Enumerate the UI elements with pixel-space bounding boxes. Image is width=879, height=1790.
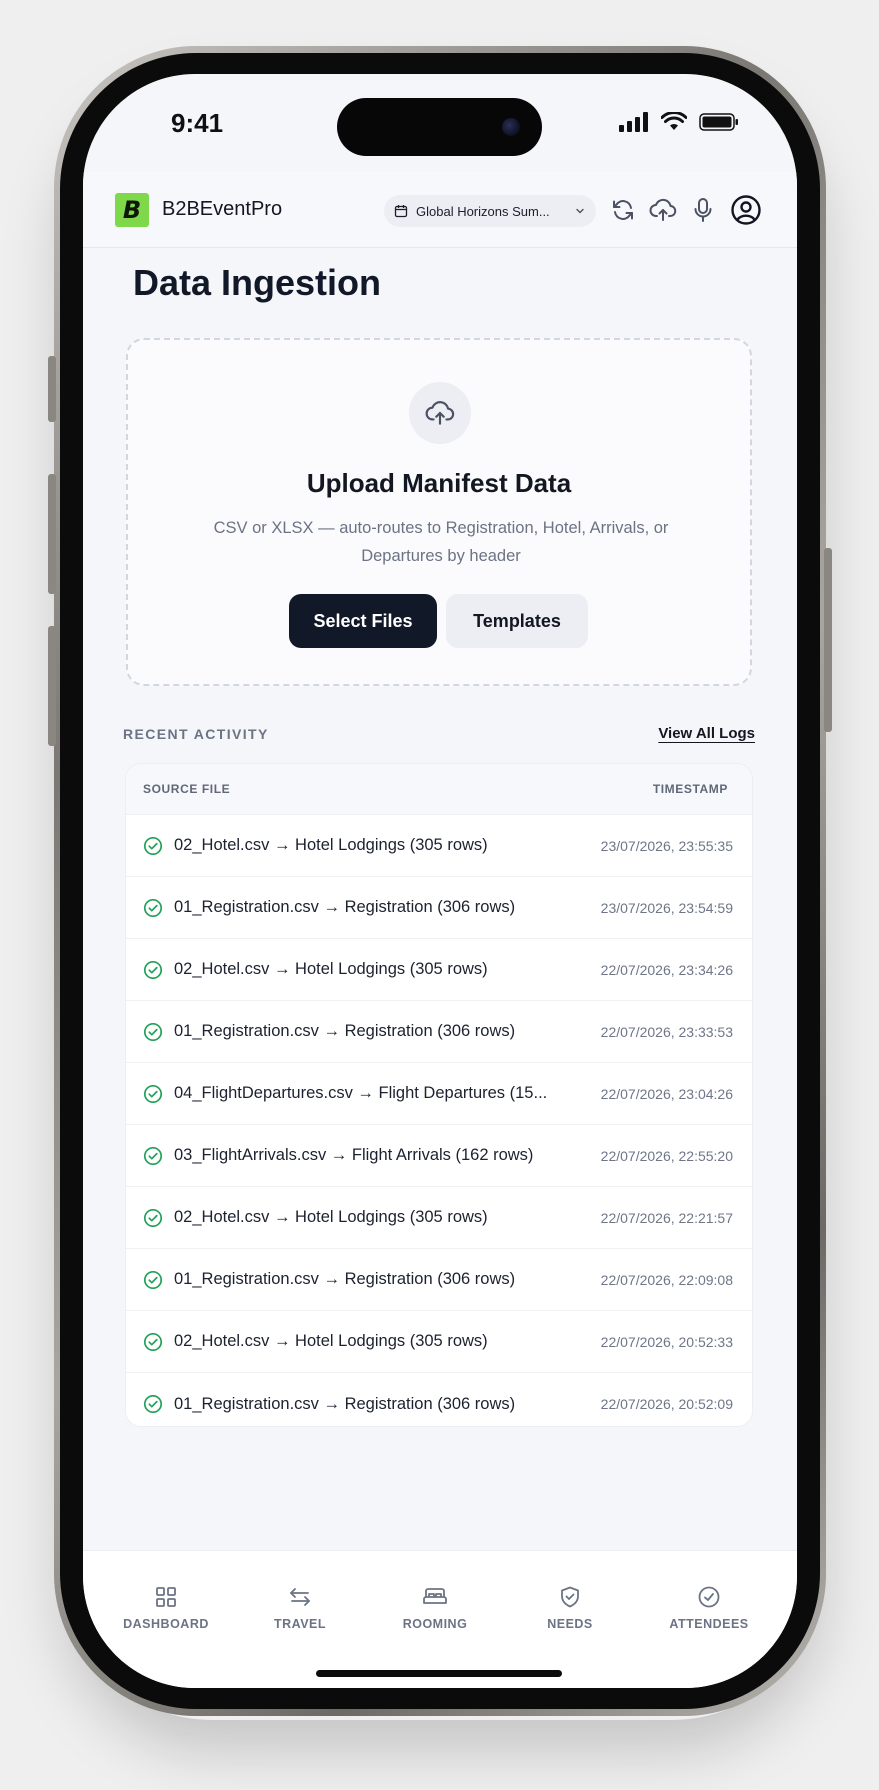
table-row[interactable]: 03_FlightArrivals.csv → Flight Arrivals … [126, 1125, 752, 1187]
arrows-swap-icon [290, 1588, 310, 1606]
cloud-upload-icon[interactable] [648, 195, 678, 225]
view-all-logs-link[interactable]: View All Logs [658, 725, 755, 742]
status-icons [619, 112, 739, 132]
event-selector[interactable]: Global Horizons Sum... [384, 195, 596, 227]
check-circle-icon [143, 1146, 163, 1165]
column-header-timestamp: TIMESTAMP [652, 782, 728, 796]
source-file-cell: 01_Registration.csv → Registration (306 … [174, 1022, 516, 1040]
table-header: SOURCE FILE TIMESTAMP [126, 764, 752, 815]
source-file-cell: 02_Hotel.csv → Hotel Lodgings (305 rows) [174, 1332, 488, 1350]
templates-button[interactable]: Templates [446, 594, 588, 648]
timestamp-cell: 22/07/2026, 23:33:53 [600, 1023, 733, 1040]
upload-dropzone[interactable]: Upload Manifest Data CSV or XLSX — auto-… [126, 338, 752, 686]
nav-label: NEEDS [547, 1617, 593, 1631]
table-row[interactable]: 02_Hotel.csv → Hotel Lodgings (305 rows)… [126, 1311, 752, 1373]
source-file-cell: 01_Registration.csv → Registration (306 … [174, 1394, 516, 1413]
timestamp-cell: 22/07/2026, 23:04:26 [600, 1085, 733, 1102]
timestamp-cell: 23/07/2026, 23:55:35 [600, 837, 733, 854]
source-file-cell: 01_Registration.csv → Registration (306 … [174, 1270, 516, 1288]
source-file-cell: 04_FlightDepartures.csv → Flight Departu… [174, 1084, 548, 1102]
shield-check-icon [561, 1586, 579, 1608]
chevron-down-icon [576, 208, 584, 214]
badge-check-icon [698, 1586, 720, 1608]
source-file-cell: 02_Hotel.csv → Hotel Lodgings (305 rows) [174, 836, 488, 854]
activity-table: SOURCE FILE TIMESTAMP 02_Hotel.csv → Hot… [125, 763, 753, 1427]
nav-item-travel[interactable]: TRAVEL [240, 1585, 360, 1631]
table-row[interactable]: 04_FlightDepartures.csv → Flight Departu… [126, 1063, 752, 1125]
source-file-cell: 01_Registration.csv → Registration (306 … [174, 898, 516, 916]
table-row[interactable]: 01_Registration.csv → Registration (306 … [126, 1249, 752, 1311]
upload-title: Upload Manifest Data [306, 468, 572, 498]
check-circle-icon [143, 1022, 163, 1041]
microphone-icon[interactable] [688, 195, 718, 225]
dynamic-island [337, 98, 542, 156]
battery-icon [699, 113, 738, 131]
table-row[interactable]: 02_Hotel.csv → Hotel Lodgings (305 rows)… [126, 815, 752, 877]
nav-item-needs[interactable]: NEEDS [510, 1585, 630, 1631]
nav-item-attendees[interactable]: ATTENDEES [649, 1585, 769, 1631]
bottom-nav: DASHBOARD TRAVEL ROOMING NEEDS ATTENDEES [83, 1550, 797, 1688]
upload-description: CSV or XLSX — auto-routes to Registratio… [213, 519, 669, 565]
timestamp-cell: 23/07/2026, 23:54:59 [600, 899, 733, 916]
timestamp-cell: 22/07/2026, 20:52:33 [600, 1333, 733, 1350]
nav-label: ATTENDEES [669, 1617, 749, 1631]
source-file-cell: 02_Hotel.csv → Hotel Lodgings (305 rows) [174, 1208, 488, 1226]
status-time: 9:41 [171, 108, 224, 138]
app-screen: 9:41 B B2BEventPro Global Horizons Sum..… [83, 74, 797, 1688]
table-row[interactable]: 01_Registration.csv → Registration (306 … [126, 1001, 752, 1063]
wifi-icon [661, 112, 687, 130]
signal-icon [619, 112, 648, 132]
page-title: Data Ingestion [133, 262, 382, 303]
check-circle-icon [143, 960, 163, 979]
table-row[interactable]: 01_Registration.csv → Registration (306 … [126, 1373, 752, 1426]
check-circle-icon [143, 1208, 163, 1227]
user-circle-icon[interactable] [729, 193, 763, 227]
check-circle-icon [143, 898, 163, 917]
event-selector-label: Global Horizons Sum... [416, 203, 550, 219]
grid-icon [156, 1587, 176, 1607]
nav-item-rooming[interactable]: ROOMING [375, 1585, 495, 1631]
select-files-button[interactable]: Select Files [289, 594, 437, 648]
table-row[interactable]: 02_Hotel.csv → Hotel Lodgings (305 rows)… [126, 1187, 752, 1249]
app-logo: B [115, 193, 149, 227]
nav-item-dashboard[interactable]: DASHBOARD [106, 1585, 226, 1631]
timestamp-cell: 22/07/2026, 23:34:26 [600, 961, 733, 978]
app-header: B B2BEventPro Global Horizons Sum... [83, 172, 797, 248]
app-name: B2BEventPro [162, 198, 283, 220]
table-row[interactable]: 02_Hotel.csv → Hotel Lodgings (305 rows)… [126, 939, 752, 1001]
check-circle-icon [143, 1084, 163, 1103]
column-header-source: SOURCE FILE [143, 782, 231, 796]
nav-label: ROOMING [402, 1617, 468, 1631]
nav-label: TRAVEL [273, 1617, 327, 1631]
check-circle-icon [143, 1270, 163, 1289]
cloud-upload-icon [409, 382, 471, 444]
check-circle-icon [143, 836, 163, 855]
check-circle-icon [143, 1332, 163, 1351]
recent-activity-label: RECENT ACTIVITY [123, 726, 269, 742]
timestamp-cell: 22/07/2026, 22:21:57 [600, 1209, 733, 1226]
timestamp-cell: 22/07/2026, 20:52:09 [600, 1396, 733, 1412]
source-file-cell: 02_Hotel.csv → Hotel Lodgings (305 rows) [174, 960, 488, 978]
check-circle-icon [143, 1394, 163, 1414]
calendar-icon [394, 205, 408, 218]
home-indicator [316, 1670, 562, 1677]
timestamp-cell: 22/07/2026, 22:09:08 [600, 1271, 733, 1288]
bed-icon [423, 1588, 447, 1604]
nav-label: DASHBOARD [123, 1617, 209, 1631]
table-row[interactable]: 01_Registration.csv → Registration (306 … [126, 877, 752, 939]
source-file-cell: 03_FlightArrivals.csv → Flight Arrivals … [174, 1146, 534, 1164]
timestamp-cell: 22/07/2026, 22:55:20 [600, 1147, 733, 1164]
refresh-icon[interactable] [608, 195, 638, 225]
